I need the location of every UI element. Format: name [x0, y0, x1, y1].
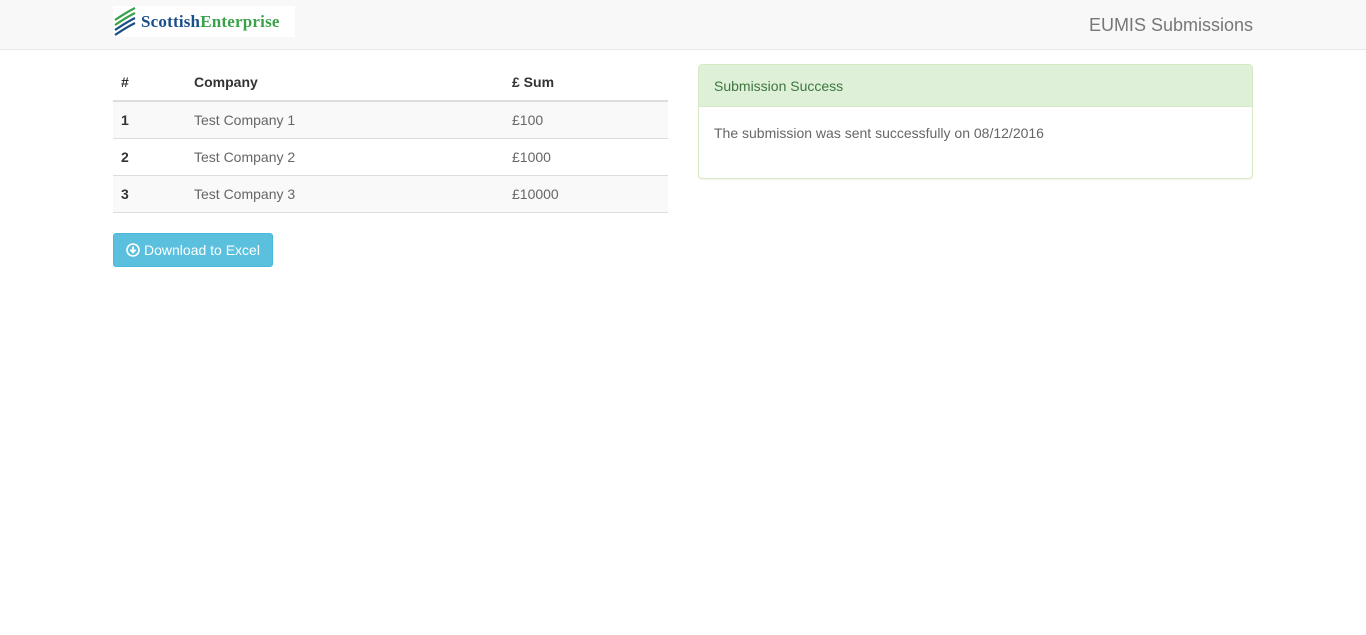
- submissions-table: # Company £ Sum 1 Test Company 1 £100 2 …: [113, 64, 668, 213]
- table-row: 2 Test Company 2 £1000: [113, 138, 668, 176]
- download-excel-button[interactable]: Download to Excel: [113, 233, 273, 267]
- logo-word-enterprise: Enterprise: [200, 11, 280, 31]
- logo-word-scottish: Scottish: [141, 11, 201, 31]
- panel-body-message: The submission was sent successfully on …: [714, 125, 1044, 141]
- column-header-number: #: [113, 64, 186, 102]
- logo-waves-icon: [114, 7, 136, 36]
- download-button-label: Download to Excel: [144, 242, 260, 258]
- row-number: 1: [113, 101, 186, 139]
- row-number: 2: [113, 138, 186, 176]
- column-header-company: Company: [186, 64, 504, 102]
- row-company: Test Company 2: [186, 138, 504, 176]
- row-company: Test Company 3: [186, 175, 504, 213]
- table-row: 3 Test Company 3 £10000: [113, 175, 668, 213]
- submissions-section: # Company £ Sum 1 Test Company 1 £100 2 …: [113, 64, 668, 267]
- row-sum: £10000: [504, 175, 668, 213]
- app-title[interactable]: EUMIS Submissions: [1089, 15, 1253, 35]
- panel-heading: Submission Success: [699, 65, 1252, 107]
- row-sum: £1000: [504, 138, 668, 176]
- download-circle-icon: [126, 243, 140, 257]
- submission-success-panel: Submission Success The submission was se…: [698, 64, 1253, 179]
- table-row: 1 Test Company 1 £100: [113, 101, 668, 139]
- column-header-sum: £ Sum: [504, 64, 668, 102]
- top-navbar: ScottishEnterprise EUMIS Submissions: [0, 0, 1366, 50]
- row-company: Test Company 1: [186, 101, 504, 139]
- logo-text: ScottishEnterprise: [141, 12, 280, 32]
- row-sum: £100: [504, 101, 668, 139]
- row-number: 3: [113, 175, 186, 213]
- scottish-enterprise-logo[interactable]: ScottishEnterprise: [113, 6, 295, 37]
- table-header-row: # Company £ Sum: [113, 64, 668, 102]
